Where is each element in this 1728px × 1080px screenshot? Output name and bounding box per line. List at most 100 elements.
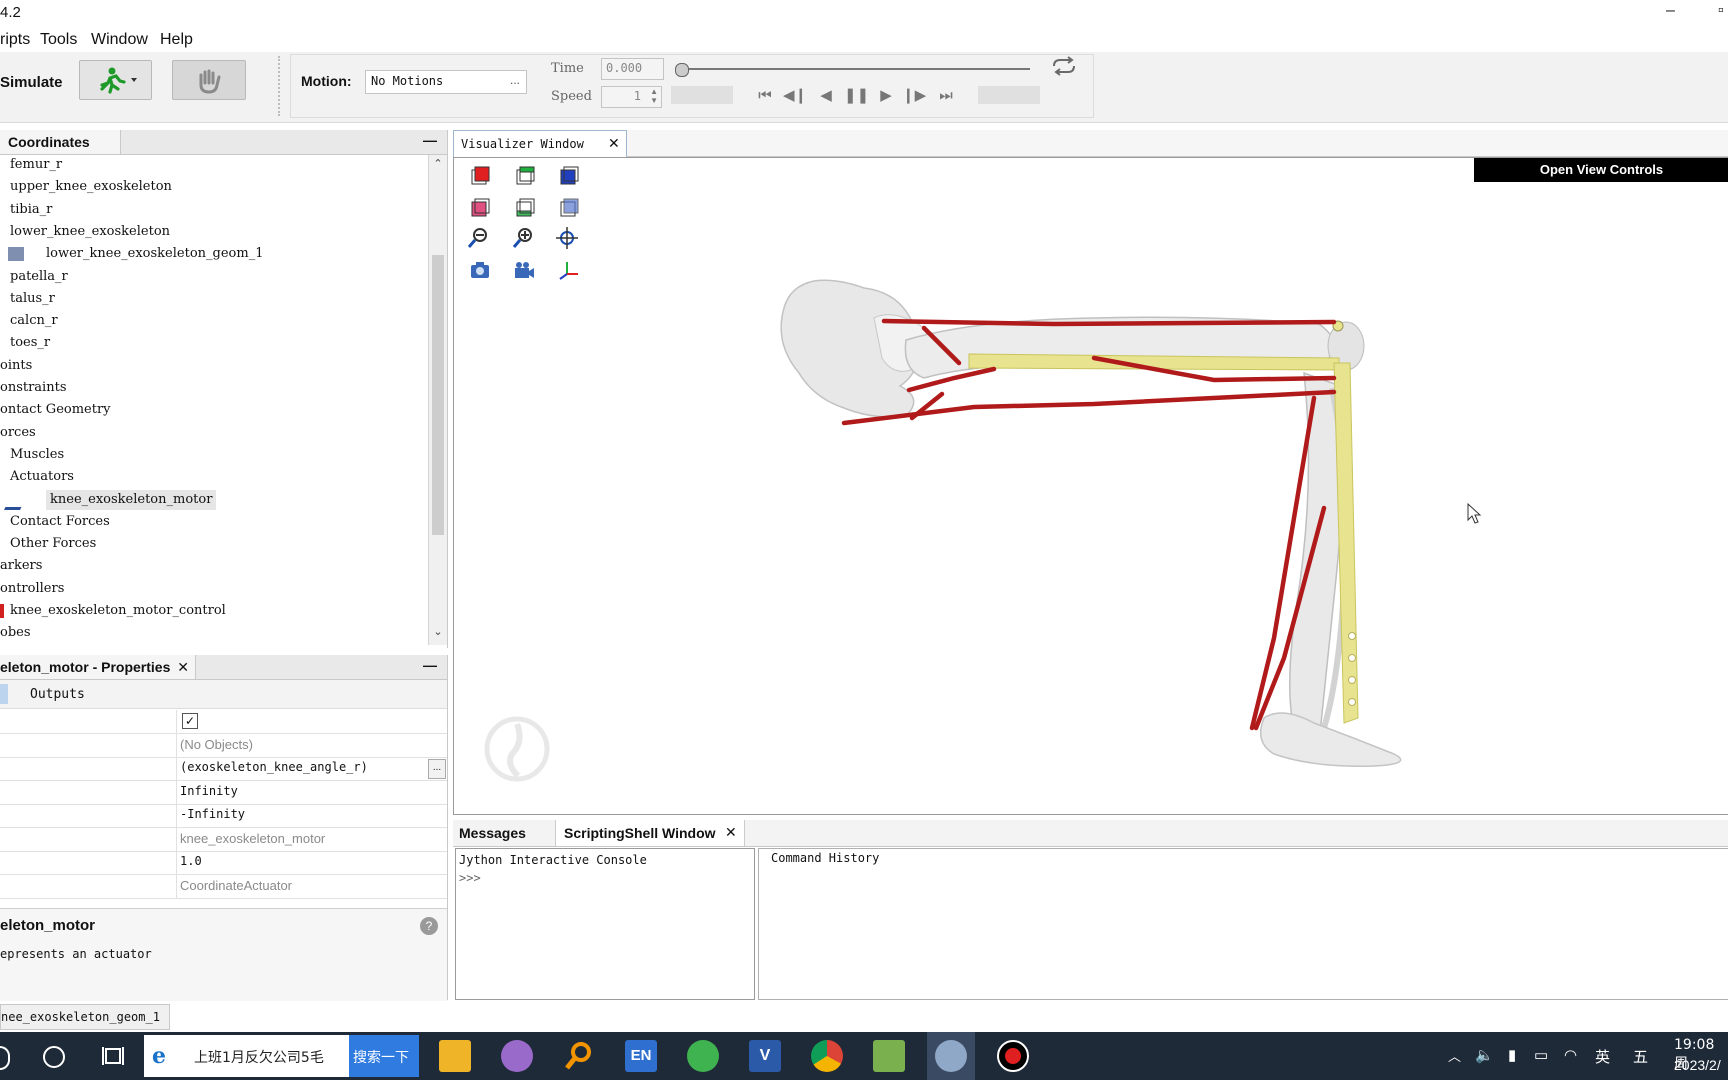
scroll-up-icon[interactable]: ⌃ [429,157,447,170]
property-row[interactable]: -Infinity [0,804,447,828]
microphone-icon[interactable]: ▮ [1508,1046,1516,1064]
exo-hole [1348,676,1356,684]
time-slider-track[interactable] [678,68,1030,70]
visio-icon[interactable]: V [749,1040,781,1072]
property-row[interactable]: Infinity [0,780,447,805]
tray-expand-icon[interactable]: ︿ [1448,1046,1461,1065]
property-row[interactable]: ✓ [0,710,447,734]
volume-icon[interactable]: 🔈 [1475,1046,1494,1064]
file-explorer-icon[interactable] [439,1040,471,1072]
close-icon[interactable]: ✕ [177,655,189,679]
command-history-title: Command History [771,851,880,865]
search-button[interactable]: 搜索一下 [349,1035,419,1077]
browser-icon[interactable] [687,1040,719,1072]
scroll-down-icon[interactable]: ⌄ [429,625,447,638]
chrome-icon[interactable] [811,1040,843,1072]
app-icon[interactable] [501,1040,533,1072]
tab-coordinates[interactable]: Coordinates [0,130,121,154]
record-app-icon[interactable] [997,1040,1029,1072]
run-simulation-button[interactable] [79,60,152,100]
property-value[interactable]: -Infinity [180,807,245,821]
visualizer-tabbar: Visualizer Window ✕ [453,130,1728,157]
motion-label: Motion: [301,73,352,89]
ime-mode-indicator[interactable]: 五 [1633,1046,1648,1067]
image-viewer-icon[interactable] [873,1040,905,1072]
cortana-icon[interactable] [43,1046,65,1068]
help-icon[interactable]: ? [420,917,438,935]
menu-scripts[interactable]: ripts [0,31,30,49]
appliesforce-checkbox[interactable]: ✓ [182,713,198,729]
pause-icon[interactable]: ❚❚ [844,86,869,106]
tab-scripting-shell[interactable]: ScriptingShell Window ✕ [555,820,745,846]
speed-value: 1 [633,89,641,103]
skip-to-start-icon[interactable]: ⏮ [753,86,777,106]
property-row[interactable]: 1.0 [0,851,447,875]
scroll-thumb[interactable] [432,255,444,535]
motion-value: No Motions [371,74,444,88]
skip-to-end-icon[interactable]: ⏭ [934,86,958,106]
tree-item-label: ontact Geometry [0,402,111,418]
property-row[interactable]: knee_exoskeleton_motor [0,827,447,852]
maximize-button[interactable]: ▫ [1718,2,1724,20]
property-value[interactable]: CoordinateActuator [180,878,292,893]
foot-bones [1259,712,1402,767]
menu-help[interactable]: Help [160,31,193,49]
close-icon[interactable]: ✕ [608,135,620,152]
time-slider-thumb[interactable] [675,63,689,77]
tab-properties-selected[interactable] [0,684,8,704]
command-history-panel[interactable]: Command History [758,848,1728,1000]
navigator-scrollbar[interactable]: ⌃ ⌄ [428,155,447,645]
step-forward-icon[interactable]: ❙▶ [902,86,926,106]
speed-label: Speed [551,89,592,104]
battery-icon[interactable]: ▭ [1534,1046,1548,1064]
property-row[interactable]: (No Objects) [0,733,447,758]
minimize-button[interactable]: – [1666,2,1675,20]
wifi-icon[interactable]: ◠ [1564,1046,1577,1064]
visualizer-window[interactable]: Open View Controls [453,157,1728,815]
task-view-icon[interactable] [102,1046,124,1066]
column-divider [176,733,177,757]
console-prompt[interactable]: >>> [459,871,481,885]
footer-tab[interactable]: nee_exoskeleton_geom_1 [0,1004,170,1030]
minimize-panel-button[interactable]: — [423,132,437,148]
property-value[interactable]: 1.0 [180,854,202,868]
property-row[interactable]: CoordinateActuator [0,874,447,899]
browse-button[interactable]: ... [428,759,446,779]
property-row[interactable]: (exoskeleton_knee_angle_r)... [0,757,447,781]
spinner-arrows-icon[interactable]: ▲ ▼ [650,87,658,105]
play-backward-icon[interactable]: ◀ [814,86,838,106]
tab-messages[interactable]: Messages [453,820,561,846]
title-bar: 4.2 – ▫ [0,0,1728,26]
menu-tools[interactable]: Tools [40,31,77,49]
property-value[interactable]: (No Objects) [180,737,253,752]
search-app-icon[interactable] [563,1040,595,1072]
step-backward-icon[interactable]: ◀❙ [783,86,807,106]
tree-item-label: obes [0,625,31,641]
tab-properties[interactable]: eleton_motor - Properties ✕ [0,655,196,679]
musculoskeletal-model[interactable] [454,158,1728,814]
motion-select[interactable]: No Motions ... [365,70,527,94]
speed-spinner[interactable]: 1 ▲ ▼ [601,86,662,108]
loop-arrows-icon[interactable] [1050,56,1078,76]
property-value[interactable]: Infinity [180,784,238,798]
property-value[interactable]: knee_exoskeleton_motor [180,831,325,846]
motion-browse-button[interactable]: ... [510,73,520,87]
close-icon[interactable]: ✕ [725,824,737,841]
clock-date[interactable]: 2023/2/ [1674,1057,1721,1073]
time-field[interactable]: 0.000 [601,58,664,80]
search-button-label: 搜索一下 [353,1050,409,1066]
tab-outputs[interactable]: Outputs [30,687,85,702]
play-icon[interactable]: ▶ [874,86,898,106]
opensim-taskbar-active[interactable] [927,1032,975,1080]
taskbar-search-box[interactable]: e 上班1月反欠公司5毛 [144,1035,349,1077]
ime-indicator[interactable]: 英 [1595,1046,1610,1067]
tab-visualizer-window[interactable]: Visualizer Window ✕ [453,130,627,157]
stop-simulation-button[interactable] [172,60,246,100]
property-value[interactable]: (exoskeleton_knee_angle_r) [180,760,368,774]
start-search-icon[interactable] [0,1046,10,1070]
tree-item-label: toes_r [10,335,51,351]
minimize-panel-button[interactable]: — [423,657,437,673]
en-ime-icon[interactable]: EN [625,1040,657,1072]
jython-console[interactable]: Jython Interactive Console >>> [455,848,755,1000]
menu-window[interactable]: Window [91,31,148,49]
